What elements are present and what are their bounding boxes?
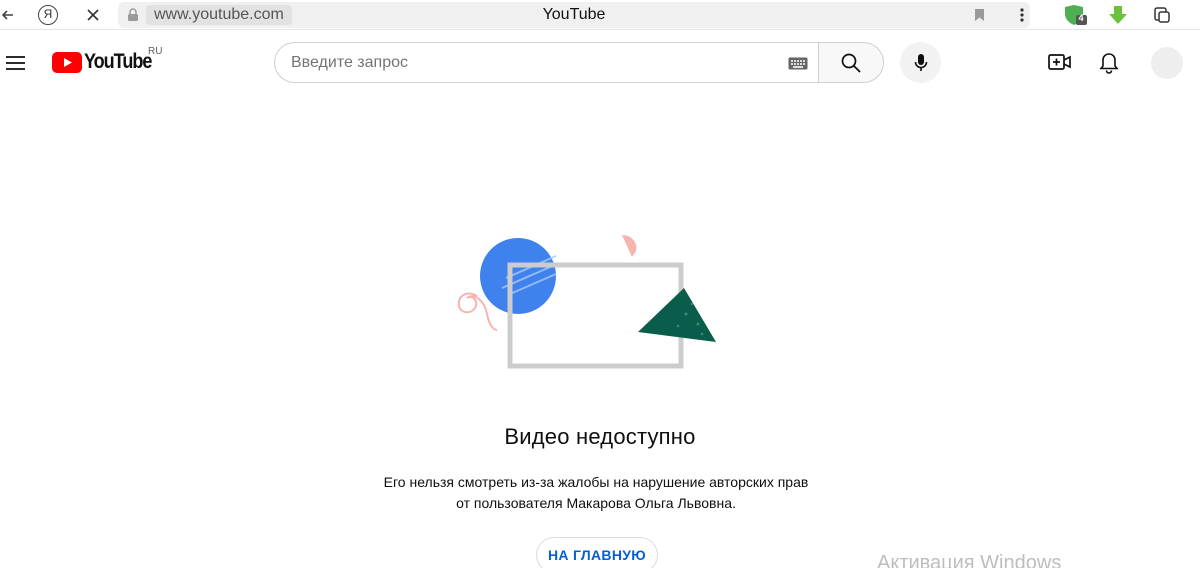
search-icon bbox=[841, 53, 861, 73]
address-bar[interactable]: www.youtube.com YouTube bbox=[118, 2, 1030, 28]
extension-download-button[interactable] bbox=[1106, 3, 1130, 27]
create-video-button[interactable] bbox=[1048, 52, 1072, 72]
region-code: RU bbox=[148, 46, 163, 57]
close-icon bbox=[87, 9, 99, 21]
error-title: Видео недоступно bbox=[504, 424, 696, 449]
blue-circle-shape bbox=[480, 238, 556, 314]
extension-notes-button[interactable] bbox=[1151, 3, 1173, 27]
logo-text: YouTube bbox=[84, 50, 152, 73]
bookmark-icon[interactable] bbox=[974, 8, 985, 22]
windows-activation-watermark: Активация Windows bbox=[877, 552, 1062, 568]
yandex-icon: Я bbox=[38, 5, 58, 25]
search-box bbox=[274, 42, 819, 83]
tab-page-title: YouTube bbox=[542, 6, 606, 23]
stop-loading-button[interactable] bbox=[84, 3, 102, 27]
avatar[interactable] bbox=[1151, 47, 1183, 79]
browser-toolbar: Я www.youtube.com YouTube 4 bbox=[0, 0, 1200, 30]
notes-icon bbox=[1154, 7, 1170, 23]
keyboard-icon[interactable] bbox=[788, 57, 808, 70]
unavailable-illustration bbox=[457, 235, 716, 369]
bell-icon bbox=[1099, 53, 1119, 74]
extension-badge: 4 bbox=[1078, 13, 1084, 23]
youtube-logo[interactable]: YouTube RU bbox=[52, 46, 167, 75]
video-camera-plus-icon bbox=[1048, 54, 1071, 70]
youtube-play-logo-icon bbox=[52, 52, 82, 73]
voice-search-button[interactable] bbox=[900, 42, 941, 83]
error-description: Его нельзя смотреть из-за жалобы на нару… bbox=[383, 474, 809, 511]
go-home-button[interactable]: НА ГЛАВНУЮ bbox=[536, 537, 658, 568]
green-triangle-shape bbox=[638, 288, 716, 342]
notifications-button[interactable] bbox=[1099, 52, 1119, 74]
youtube-header: YouTube RU bbox=[0, 30, 1200, 96]
download-arrow-icon bbox=[1109, 6, 1127, 24]
search-input[interactable] bbox=[291, 51, 771, 75]
pink-half-circle-shape bbox=[622, 235, 637, 257]
more-vertical-icon bbox=[1020, 8, 1024, 22]
microphone-icon bbox=[914, 53, 927, 71]
search-button[interactable] bbox=[818, 42, 884, 83]
yandex-button[interactable]: Я bbox=[37, 3, 59, 27]
hamburger-menu-icon bbox=[6, 56, 25, 70]
extension-adblock-button[interactable]: 4 bbox=[1062, 3, 1088, 27]
back-button[interactable] bbox=[0, 3, 16, 27]
guide-menu-button[interactable] bbox=[6, 55, 26, 71]
back-arrow-icon bbox=[1, 10, 13, 20]
browser-menu-button[interactable] bbox=[1016, 3, 1028, 27]
